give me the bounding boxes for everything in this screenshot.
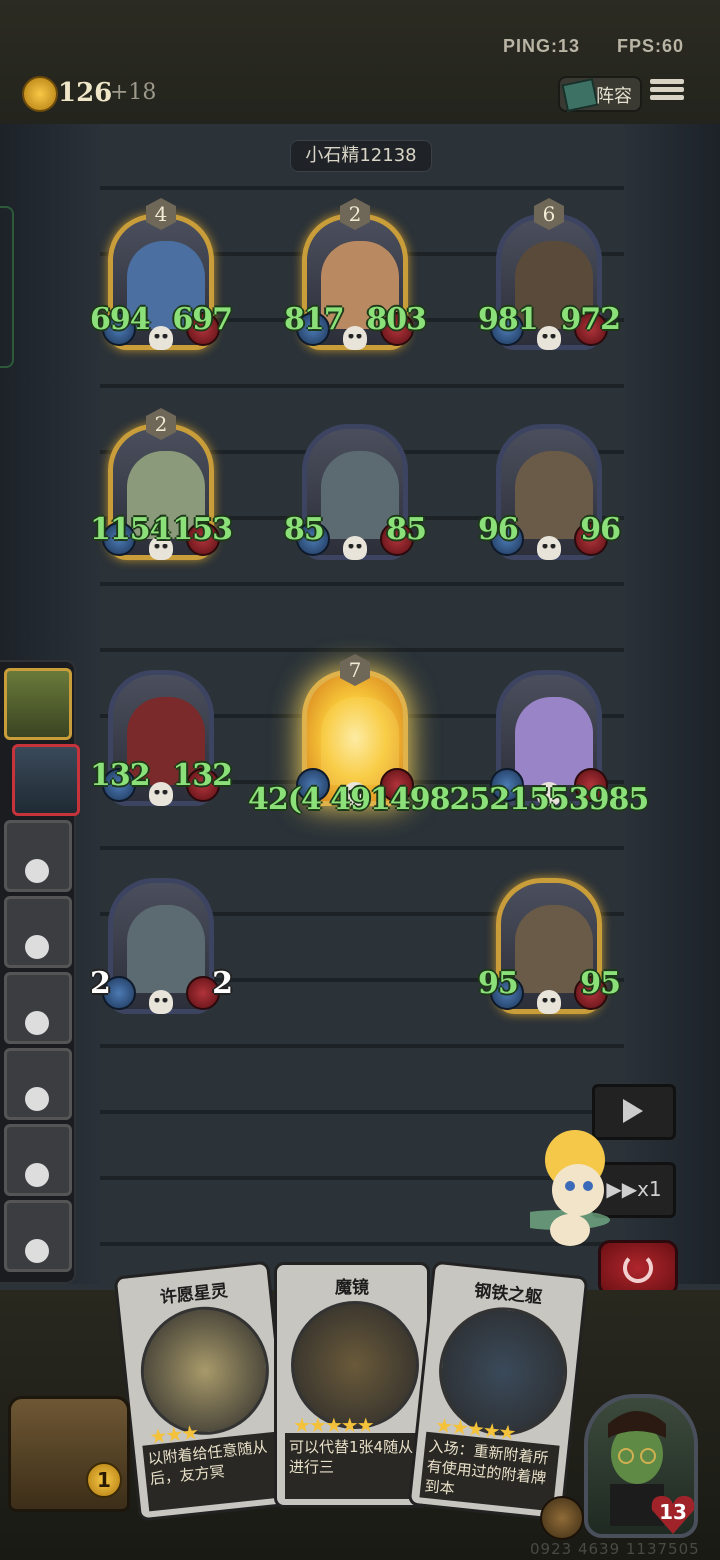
card-name: 许愿星灵 [159, 1281, 229, 1309]
minion-card[interactable]: 2 817 803 [284, 198, 427, 354]
attack-value: 95 [478, 966, 519, 1001]
attack-value: 96 [478, 512, 519, 547]
health-value: 803 [366, 302, 427, 337]
menu-icon[interactable] [650, 76, 684, 108]
attack-value: 817 [284, 302, 345, 337]
match-id: 0923 4639 1137505 [530, 1540, 700, 1558]
hand-card[interactable]: 魔镜 ★★★★★ 可以代替1张4随从进行三 [274, 1262, 430, 1508]
skull-icon [25, 1163, 49, 1187]
hero-slot-eliminated[interactable] [4, 972, 72, 1044]
skull-icon [25, 1011, 49, 1035]
book-icon [561, 77, 599, 113]
hero-slot-eliminated[interactable] [4, 1048, 72, 1120]
card-name: 魔镜 [335, 1278, 369, 1298]
health-value: 1153 [152, 512, 233, 547]
skull-icon [537, 326, 561, 350]
coin-count: 126 [58, 78, 113, 108]
health-value: 96 [580, 512, 621, 547]
skull-icon [25, 1239, 49, 1263]
health-value: 85 [386, 512, 427, 547]
attack-value: 981 [478, 302, 539, 337]
skull-icon [25, 859, 49, 883]
hero-slot-eliminated[interactable] [4, 1124, 72, 1196]
coin-icon [22, 76, 58, 112]
skull-icon [149, 782, 173, 806]
minion-card[interactable]: 95 95 [478, 868, 621, 1018]
card-name: 钢铁之躯 [473, 1281, 543, 1309]
skull-icon [537, 536, 561, 560]
health-value: 95 [580, 966, 621, 1001]
card-art [134, 1300, 276, 1442]
minion-card[interactable]: 132 132 [90, 660, 233, 810]
top-bar: PING:13 FPS:60 126 +18 阵容 [0, 0, 720, 127]
skull-icon [25, 935, 49, 959]
attack-value: 85 [284, 512, 325, 547]
lineup-button[interactable]: 阵容 [558, 76, 642, 113]
hero-power-icon[interactable] [540, 1496, 584, 1540]
attack-value: 132 [90, 758, 151, 793]
hand-card[interactable]: 许愿星灵 ★★★ 以附着给任意随从后，友方冥 [113, 1260, 295, 1522]
hero-slot[interactable] [12, 744, 80, 816]
quit-button[interactable] [598, 1240, 678, 1296]
lineup-label: 阵容 [596, 86, 632, 107]
attack-value: 694 [90, 302, 151, 337]
side-drawer-tab[interactable] [0, 206, 14, 368]
coin-income: +18 [110, 80, 157, 105]
hand-card[interactable]: 钢铁之躯 ★★★★★ 入场：重新附着所有使用过的附着牌到本 [407, 1260, 589, 1522]
skull-icon [25, 1087, 49, 1111]
card-text: 以附着给任意随从后，友方冥 [142, 1431, 283, 1512]
skull-icon [343, 326, 367, 350]
attack-value: 2 [90, 966, 111, 1001]
minion-card[interactable]: 6 981 972 [478, 198, 621, 354]
card-text: 入场：重新附着所有使用过的附着牌到本 [419, 1431, 560, 1512]
skull-icon [149, 990, 173, 1014]
chest-count-badge: 1 [86, 1462, 122, 1498]
card-text: 可以代替1张4随从进行三 [285, 1433, 419, 1499]
hero-list [0, 660, 80, 1284]
hero-slot-eliminated[interactable] [4, 896, 72, 968]
card-art [291, 1301, 419, 1429]
health-value: 132 [172, 758, 233, 793]
ping-readout: PING:13 [502, 36, 580, 56]
skull-icon [149, 326, 173, 350]
health-value: 972 [560, 302, 621, 337]
overflow-stat-numbers: 42(4 4914982521553985 [248, 782, 649, 817]
health-value: 697 [172, 302, 233, 337]
opponent-name: 小石精12138 [290, 140, 432, 172]
skull-icon [343, 536, 367, 560]
play-icon [623, 1099, 643, 1123]
minion-card[interactable]: 85 85 [284, 414, 427, 564]
pet-companion [510, 1120, 620, 1260]
fps-readout: FPS:60 [616, 36, 684, 56]
minion-card[interactable]: 4 694 697 [90, 198, 233, 354]
skull-icon [537, 990, 561, 1014]
health-value: 2 [212, 966, 233, 1001]
minion-card[interactable]: 2 1154 1153 [90, 408, 233, 564]
minion-card[interactable]: 96 96 [478, 414, 621, 564]
power-icon [623, 1253, 653, 1283]
minion-card[interactable]: 22 [90, 868, 233, 1018]
hero-slot-eliminated[interactable] [4, 820, 72, 892]
hero-slot[interactable] [4, 668, 72, 740]
hero-slot-eliminated[interactable] [4, 1200, 72, 1272]
